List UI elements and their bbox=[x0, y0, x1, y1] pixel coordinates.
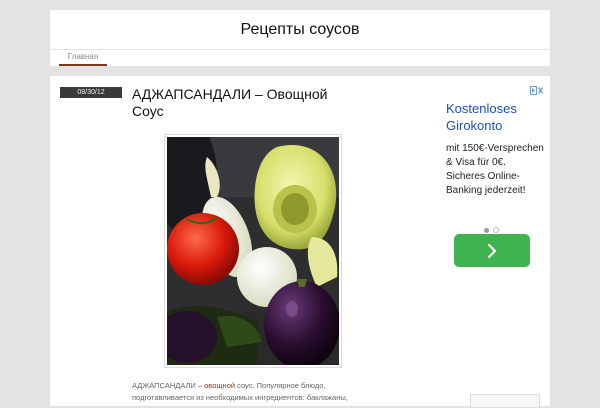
post-image[interactable] bbox=[164, 134, 342, 368]
post-title[interactable]: АДЖАПСАНДАЛИ – Овощной Соус bbox=[132, 86, 362, 120]
excerpt-link[interactable]: овощной bbox=[204, 381, 235, 390]
excerpt-text: АДЖАПСАНДАЛИ – bbox=[132, 381, 205, 390]
chevron-right-icon bbox=[487, 244, 497, 258]
advertisement[interactable]: Kostenloses Girokonto mit 150€-Versprech… bbox=[436, 84, 546, 284]
post-excerpt: АДЖАПСАНДАЛИ – овощной соус. Популярное … bbox=[132, 380, 392, 404]
carousel-dot-2[interactable] bbox=[493, 227, 499, 233]
vegetables-photo bbox=[167, 137, 339, 365]
ad-next-button[interactable] bbox=[454, 234, 530, 267]
main-navigation: Главная bbox=[50, 50, 550, 66]
ad-body-text: mit 150€-Versprechen & Visa für 0€. Sich… bbox=[446, 143, 544, 196]
site-title[interactable]: Рецепты соусов bbox=[50, 21, 550, 39]
adchoices-icon[interactable] bbox=[530, 86, 544, 95]
sidebar-widget bbox=[470, 394, 540, 408]
carousel-dot-1[interactable] bbox=[484, 228, 489, 233]
post-date-badge: 08/30/12 bbox=[60, 87, 122, 98]
excerpt-text-cont: соус. Популярное блюдо, bbox=[235, 381, 326, 390]
ad-headline[interactable]: Kostenloses Girokonto bbox=[446, 100, 542, 134]
content-area: 08/30/12 АДЖАПСАНДАЛИ – Овощной Соус АДЖ… bbox=[50, 76, 550, 408]
excerpt-text-line2: подготавливается из необходимых ингредие… bbox=[132, 393, 348, 402]
nav-item-home[interactable]: Главная bbox=[59, 50, 107, 66]
